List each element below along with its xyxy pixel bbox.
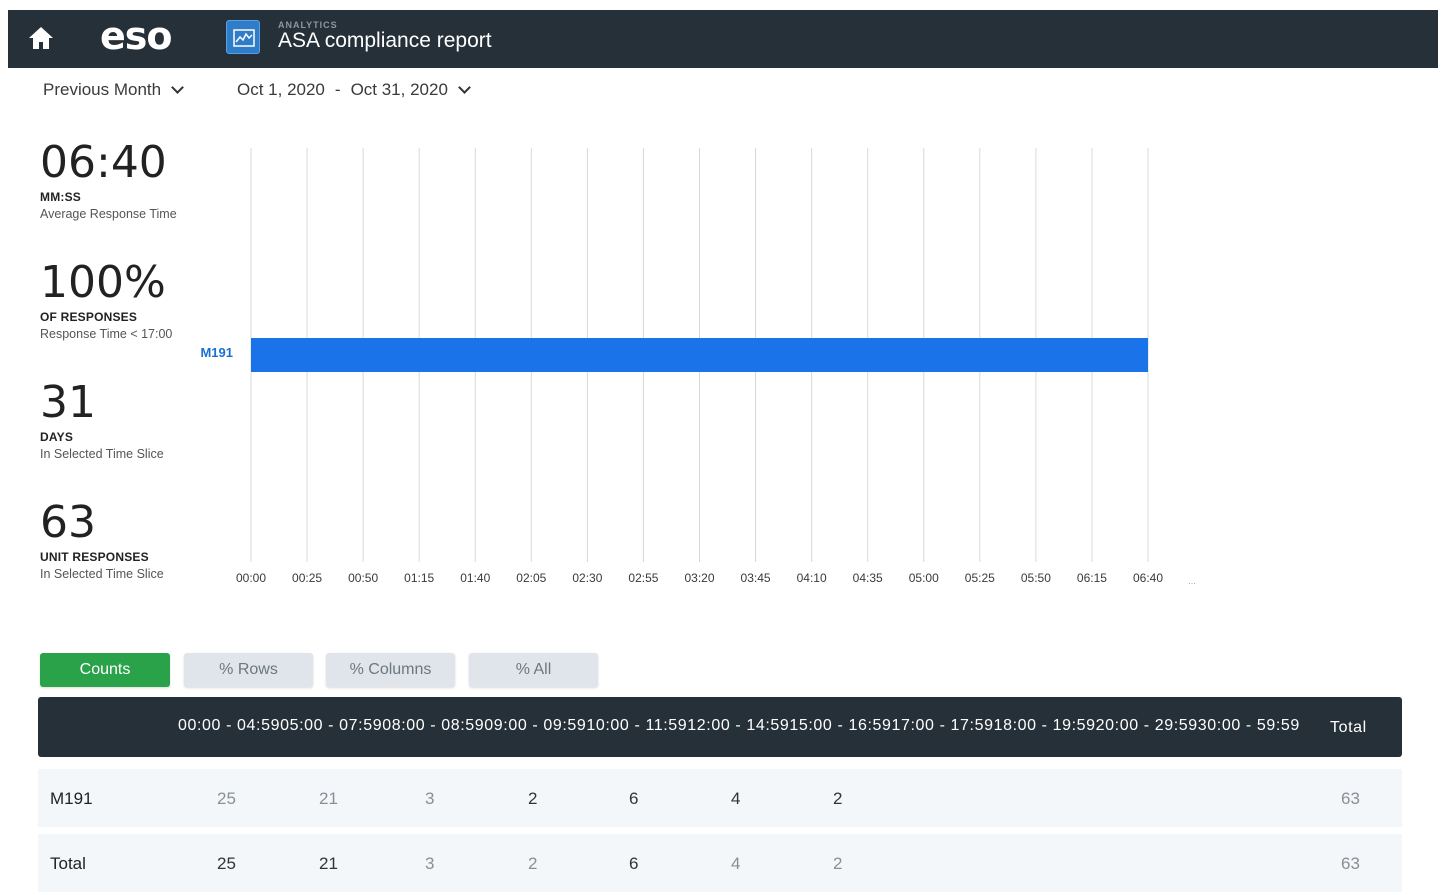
date-range-dropdown[interactable]: Oct 1, 2020 - Oct 31, 2020: [237, 80, 471, 100]
chevron-down-icon: [171, 81, 184, 94]
stat-unit: MM:SS: [40, 190, 81, 204]
x-tick-label: 00:00: [236, 571, 266, 585]
period-dropdown[interactable]: Previous Month: [43, 80, 184, 100]
x-tick-label: 00:50: [348, 571, 378, 585]
table-cell: 21: [319, 789, 338, 808]
x-tick-label: 05:00: [909, 571, 939, 585]
date-end: Oct 31, 2020: [350, 80, 448, 99]
x-tick-label: 06:40: [1133, 571, 1163, 585]
tab-counts[interactable]: Counts: [40, 653, 170, 687]
table-cell: 25: [217, 789, 236, 808]
table-cell: 2: [528, 789, 538, 808]
stat-days: 31 DAYS In Selected Time Slice: [40, 377, 190, 462]
x-tick-label: 05:25: [965, 571, 995, 585]
table-cell: 2: [833, 789, 843, 808]
total-column-header: Total: [1330, 719, 1367, 736]
stat-unit: DAYS: [40, 430, 74, 444]
bar-m191: [251, 338, 1148, 372]
tab-percent-columns[interactable]: % Columns: [326, 653, 455, 687]
stat-compliance-percent: 100% OF RESPONSES Response Time < 17:00: [40, 257, 190, 342]
x-tick-label: 00:25: [292, 571, 322, 585]
table-row-total[interactable]: Total 25 21 3 2 6 4 2 63: [38, 834, 1402, 892]
table-cell: 6: [629, 789, 639, 808]
date-separator: -: [334, 80, 341, 99]
table-cell: 25: [217, 854, 236, 873]
x-tick-label: 05:50: [1021, 571, 1051, 585]
stat-value: 63: [40, 497, 96, 548]
tab-percent-rows[interactable]: % Rows: [184, 653, 313, 687]
x-tick-label: 04:10: [797, 571, 827, 585]
x-tick-label: 06:15: [1077, 571, 1107, 585]
table-cell: 2: [528, 854, 538, 873]
row-total: 63: [1341, 854, 1360, 873]
tab-percent-all[interactable]: % All: [469, 653, 598, 687]
stat-value: 31: [40, 377, 96, 428]
x-tick-label: 02:55: [628, 571, 658, 585]
table-cell: 2: [833, 854, 843, 873]
x-tick-label: 03:20: [684, 571, 714, 585]
table-cell: 4: [731, 789, 741, 808]
stat-average-response: 06:40 MM:SS Average Response Time: [40, 137, 190, 222]
x-tick-label: 01:15: [404, 571, 434, 585]
row-total: 63: [1341, 789, 1360, 808]
x-tick-label: 01:40: [460, 571, 490, 585]
row-label: M191: [50, 789, 93, 808]
eso-logo[interactable]: eso: [100, 14, 172, 58]
stat-description: Response Time < 17:00: [40, 327, 173, 341]
x-overflow-label: ...: [1188, 576, 1196, 586]
x-tick-label: 04:35: [853, 571, 883, 585]
table-cell: 6: [629, 854, 639, 873]
chevron-down-icon: [458, 81, 471, 94]
table-header: 00:00 - 04:5905:00 - 07:5908:00 - 08:590…: [38, 697, 1402, 757]
category-label: M191: [200, 345, 233, 360]
x-tick-label: 03:45: [741, 571, 771, 585]
row-label: Total: [50, 854, 86, 873]
app-header: eso ANALYTICS ASA compliance report: [8, 10, 1438, 68]
stat-unit: UNIT RESPONSES: [40, 550, 149, 564]
period-dropdown-label: Previous Month: [43, 80, 162, 99]
stat-unit: OF RESPONSES: [40, 310, 138, 324]
table-column-headers: 00:00 - 04:5905:00 - 07:5908:00 - 08:590…: [178, 717, 1300, 734]
table-cell: 3: [425, 789, 435, 808]
table-cell: 21: [319, 854, 338, 873]
stat-unit-responses: 63 UNIT RESPONSES In Selected Time Slice: [40, 497, 190, 582]
analytics-chart-icon: [226, 20, 260, 54]
home-icon: [29, 27, 53, 49]
stat-description: In Selected Time Slice: [40, 567, 164, 581]
stat-value: 06:40: [40, 137, 167, 188]
stat-description: Average Response Time: [40, 207, 177, 221]
page-title: ASA compliance report: [278, 29, 492, 52]
stat-value: 100%: [40, 257, 166, 308]
table-cell: 3: [425, 854, 435, 873]
table-row[interactable]: M191 25 21 3 2 6 4 2 63: [38, 769, 1402, 827]
x-tick-label: 02:30: [572, 571, 602, 585]
home-button[interactable]: [26, 23, 56, 53]
table-cell: 4: [731, 854, 741, 873]
x-tick-label: 02:05: [516, 571, 546, 585]
stat-description: In Selected Time Slice: [40, 447, 164, 461]
response-time-chart: 00:00 00:25 00:50 01:15 01:40 02:05 02:30 02:55…: [200, 148, 1196, 586]
date-start: Oct 1, 2020: [237, 80, 325, 99]
